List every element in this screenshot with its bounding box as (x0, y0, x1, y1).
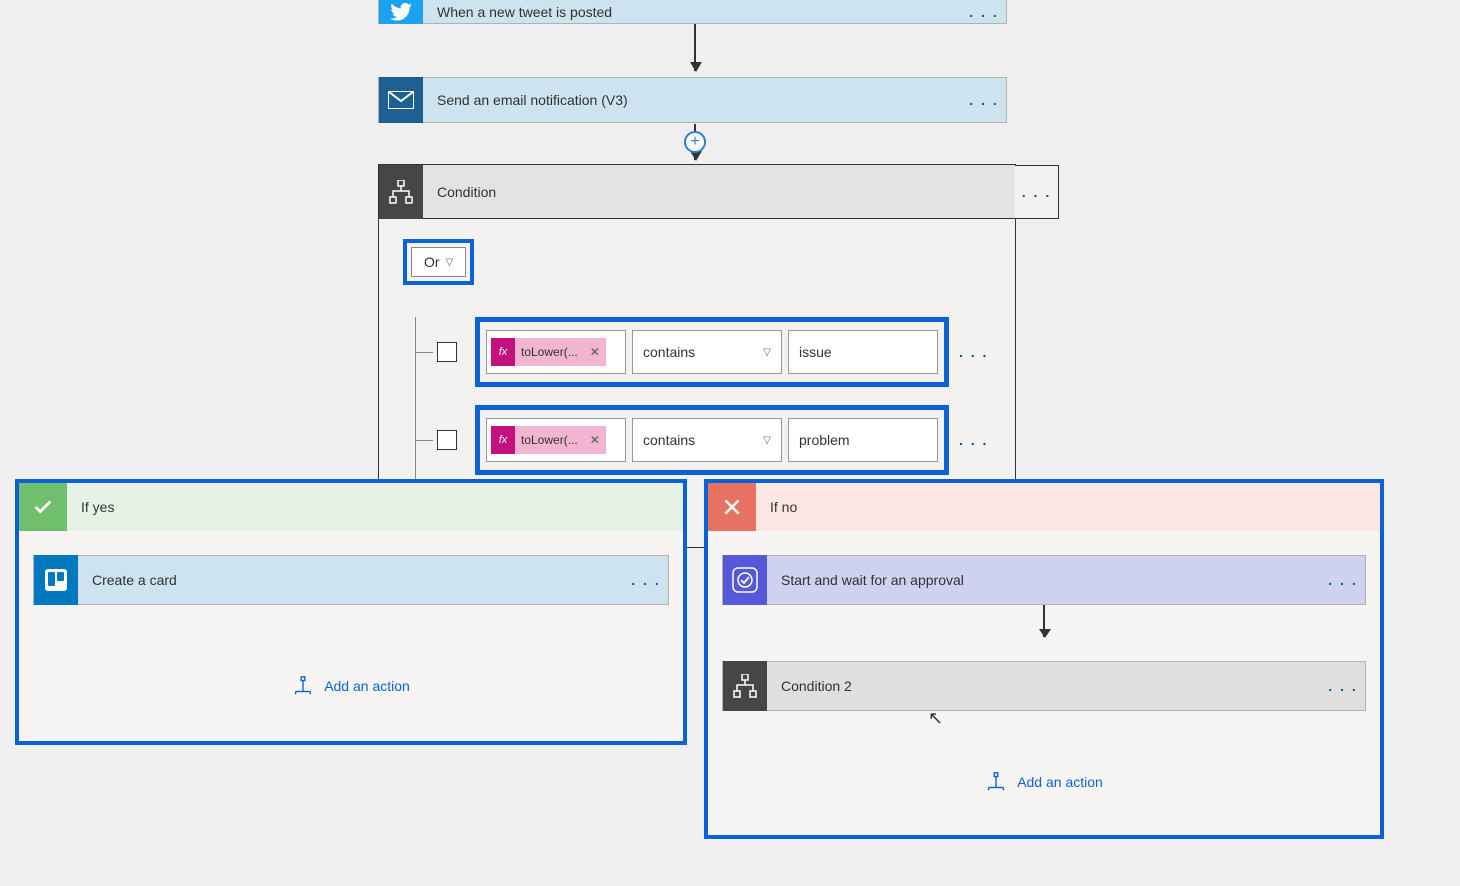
value-text: issue (799, 344, 832, 360)
email-icon (379, 77, 423, 123)
condition-row: fx toLower(... ✕ contains ▽ issue (433, 317, 991, 387)
condition-left-operand[interactable]: fx toLower(... ✕ (486, 330, 626, 374)
close-icon (708, 483, 756, 531)
trigger-twitter-step[interactable]: When a new tweet is posted . . . (378, 0, 1007, 24)
fx-text: toLower(... (515, 433, 584, 447)
trello-create-card-step[interactable]: Create a card . . . (33, 555, 669, 605)
condition-2-label: Condition 2 (767, 678, 1321, 694)
check-icon (19, 483, 67, 531)
condition-left-operand[interactable]: fx toLower(... ✕ (486, 418, 626, 462)
email-label: Send an email notification (V3) (423, 92, 962, 108)
add-action-no-button[interactable]: Add an action (708, 771, 1380, 793)
if-yes-title: If yes (67, 499, 114, 515)
condition-title: Condition (423, 184, 1015, 200)
group-operator-highlight: Or ▽ (403, 239, 474, 285)
value-text: problem (799, 432, 850, 448)
chevron-down-icon: ▽ (446, 257, 454, 268)
row-menu[interactable]: . . . (959, 344, 988, 360)
condition-value-input[interactable]: problem (788, 418, 938, 462)
approval-step-label: Start and wait for an approval (767, 572, 1321, 588)
trigger-menu[interactable]: . . . (962, 4, 1006, 20)
row-menu[interactable]: . . . (959, 432, 988, 448)
condition-value-input[interactable]: issue (788, 330, 938, 374)
chevron-down-icon: ▽ (763, 435, 771, 446)
flow-arrow (1043, 605, 1045, 637)
group-operator-dropdown[interactable]: Or ▽ (411, 247, 466, 277)
add-action-yes-button[interactable]: Add an action (19, 675, 683, 697)
condition-row-highlight: fx toLower(... ✕ contains ▽ issue (475, 317, 949, 387)
add-action-icon (985, 771, 1007, 793)
group-operator-value: Or (424, 254, 440, 270)
trello-step-label: Create a card (78, 572, 624, 588)
condition-operator-dropdown[interactable]: contains ▽ (632, 418, 782, 462)
fx-icon: fx (491, 338, 515, 366)
chevron-down-icon: ▽ (763, 347, 771, 358)
if-yes-branch: If yes Create a card . . . Add an action (15, 479, 687, 745)
condition-menu[interactable]: . . . (1015, 165, 1059, 219)
fx-icon: fx (491, 426, 515, 454)
condition-2-step[interactable]: Condition 2 . . . (722, 661, 1366, 711)
add-action-label: Add an action (1017, 774, 1103, 790)
if-no-title: If no (756, 499, 797, 515)
if-no-branch: If no Start and wait for an approval . .… (704, 479, 1384, 839)
token-remove-button[interactable]: ✕ (584, 345, 606, 359)
fx-expression-token[interactable]: fx toLower(... ✕ (491, 426, 606, 454)
approval-step-menu[interactable]: . . . (1321, 572, 1365, 588)
condition-icon (723, 661, 767, 711)
fx-text: toLower(... (515, 345, 584, 359)
add-step-button[interactable]: + (684, 131, 706, 153)
condition-icon (379, 165, 423, 219)
if-yes-header: If yes (19, 483, 683, 531)
condition-operator-dropdown[interactable]: contains ▽ (632, 330, 782, 374)
trello-icon (34, 555, 78, 605)
approval-step[interactable]: Start and wait for an approval . . . (722, 555, 1366, 605)
condition-row-highlight: fx toLower(... ✕ contains ▽ problem (475, 405, 949, 475)
email-step[interactable]: Send an email notification (V3) . . . (378, 77, 1007, 123)
add-action-label: Add an action (324, 678, 410, 694)
add-action-icon (292, 675, 314, 697)
operator-value: contains (643, 344, 695, 360)
row-checkbox[interactable] (437, 342, 457, 362)
condition-header[interactable]: Condition (379, 165, 1015, 219)
trigger-label: When a new tweet is posted (423, 4, 962, 20)
flow-arrow (694, 24, 696, 71)
condition-row: fx toLower(... ✕ contains ▽ problem (433, 405, 991, 475)
trello-step-menu[interactable]: . . . (624, 572, 668, 588)
row-checkbox[interactable] (437, 430, 457, 450)
connector-line (415, 352, 433, 353)
connector-line (415, 440, 433, 441)
if-no-header: If no (708, 483, 1380, 531)
operator-value: contains (643, 432, 695, 448)
twitter-icon (379, 0, 423, 24)
email-menu[interactable]: . . . (962, 92, 1006, 108)
condition-2-menu[interactable]: . . . (1321, 678, 1365, 694)
fx-expression-token[interactable]: fx toLower(... ✕ (491, 338, 606, 366)
token-remove-button[interactable]: ✕ (584, 433, 606, 447)
approval-icon (723, 555, 767, 605)
